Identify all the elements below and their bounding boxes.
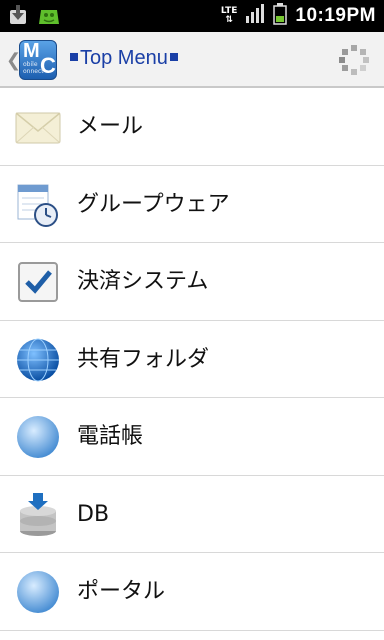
menu-item-shared-folder[interactable]: 共有フォルダ [0, 321, 384, 398]
network-type-label: LTE [220, 6, 238, 16]
envelope-icon [14, 103, 62, 151]
android-icon [38, 4, 60, 30]
clock: 10:19PM [295, 5, 376, 26]
logo-letter-m: M [23, 40, 40, 62]
menu-item-portal[interactable]: ポータル [0, 553, 384, 631]
loading-spinner-icon[interactable] [338, 44, 370, 76]
menu-item-label: メール [77, 114, 144, 139]
download-icon [8, 4, 28, 30]
page-title: Top Menu [68, 47, 180, 70]
menu-item-label: DB [77, 501, 110, 527]
globe-light-icon [14, 413, 62, 461]
checkbox-icon [14, 258, 62, 306]
app-bar: ❮ M C obile onnect Top Menu [0, 32, 384, 88]
app-logo[interactable]: M C obile onnect [19, 40, 57, 80]
globe-light-icon [14, 568, 62, 616]
menu-list: メール グループウェア 決済システム 共有フォルダ 電話帳 DB ポータル [0, 88, 384, 631]
signal-icon [245, 4, 265, 28]
menu-item-db[interactable]: DB [0, 476, 384, 553]
database-icon [14, 491, 62, 539]
menu-item-label: 電話帳 [77, 424, 144, 449]
lte-icon: LTE ⇅ [220, 6, 238, 25]
globe-icon [14, 336, 62, 384]
menu-item-phonebook[interactable]: 電話帳 [0, 398, 384, 476]
menu-item-mail[interactable]: メール [0, 88, 384, 166]
battery-icon [273, 3, 288, 29]
menu-item-label: ポータル [77, 579, 166, 604]
menu-item-label: 決済システム [77, 269, 209, 294]
menu-item-label: 共有フォルダ [77, 346, 210, 372]
calendar-clock-icon [14, 181, 62, 229]
menu-item-groupware[interactable]: グループウェア [0, 166, 384, 243]
menu-item-approval-system[interactable]: 決済システム [0, 243, 384, 321]
status-bar: LTE ⇅ 10:19PM [0, 0, 384, 32]
logo-small-text: obile onnect [23, 61, 44, 75]
menu-item-label: グループウェア [77, 191, 230, 217]
